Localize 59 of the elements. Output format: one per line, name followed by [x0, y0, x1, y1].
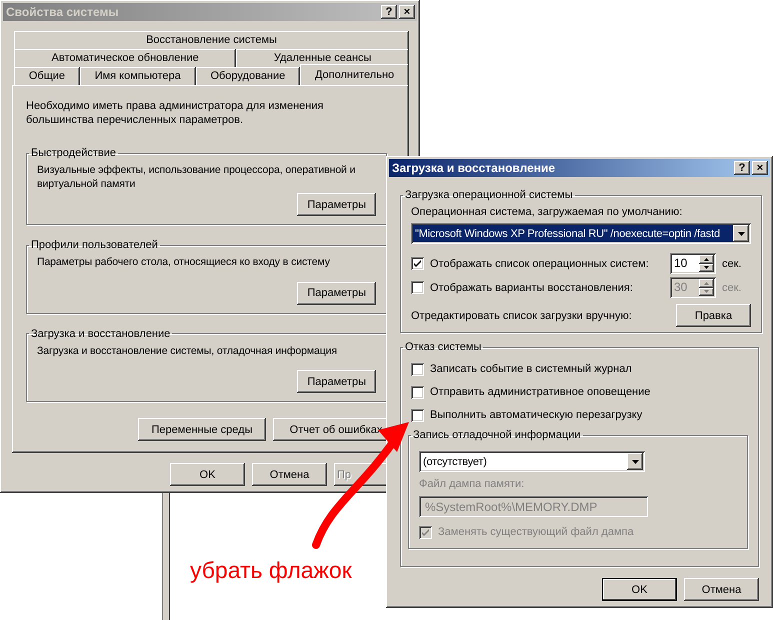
group-title: Профили пользователей	[30, 239, 159, 252]
group-title: Отказ системы	[404, 341, 482, 353]
dropdown-value: "Microsoft Windows XP Professional RU" /noexecute=optin /fastd	[413, 225, 733, 242]
annotation-text: убрать флажок	[190, 557, 352, 584]
check-icon	[422, 528, 429, 536]
caret-down-icon	[738, 232, 744, 236]
checkbox-label: Отправить административное оповещение	[430, 385, 650, 399]
field-label: Файл дампа памяти:	[419, 477, 526, 491]
group-title: Быстродействие	[30, 147, 117, 159]
group-title: Запись отладочной информации	[412, 429, 582, 441]
checkbox-label: Записать событие в системный журнал	[430, 362, 632, 376]
dropdown-value: (отсутствует)	[422, 454, 488, 470]
checkbox-label: Заменять существующий файл дампа	[438, 525, 634, 539]
window-title: Свойства системы	[6, 5, 119, 19]
settings-button[interactable]: Параметры	[297, 193, 376, 216]
dialog-button[interactable]: Отмена	[252, 463, 327, 486]
close-button[interactable]: ×	[752, 161, 768, 175]
caret-down-icon	[704, 290, 709, 294]
tab[interactable]: Общие	[14, 67, 80, 85]
help-button[interactable]: ?	[734, 161, 750, 175]
seconds-spinner[interactable]: 10	[670, 253, 716, 274]
caret-up-icon	[704, 258, 709, 261]
group-title: Загрузка операционной системы	[404, 189, 574, 201]
settings-button[interactable]: Параметры	[297, 370, 376, 394]
dialog-button[interactable]: OK	[170, 463, 245, 486]
caret-down-icon	[704, 266, 709, 270]
field-label: Отредактировать список загрузки вручную:	[411, 308, 632, 322]
checkbox[interactable]	[411, 386, 424, 398]
tab[interactable]: Дополнительно	[300, 64, 409, 85]
panel-button[interactable]: Переменные среды	[138, 418, 266, 442]
edit-button[interactable]: Правка	[676, 304, 751, 327]
close-button[interactable]: ×	[399, 5, 415, 19]
unit-label: сек.	[722, 280, 742, 294]
field-label: Операционная система, загружаемая по умолчанию:	[411, 205, 684, 219]
checkbox-label: Отображать варианты восстановления:	[430, 280, 634, 294]
dialog-button[interactable]: Отмена	[684, 578, 759, 601]
notice-text: Необходимо иметь права администратора для изменения большинства перечисленных параметров.	[26, 99, 324, 127]
group-title: Загрузка и восстановление	[30, 328, 172, 340]
group-description: Параметры рабочего стола, относящиеся ко входу в систему	[37, 255, 331, 270]
checkbox[interactable]	[411, 362, 424, 376]
window-title: Загрузка и восстановление	[392, 161, 556, 175]
checkbox[interactable]	[411, 408, 424, 422]
tab[interactable]: Имя компьютера	[80, 67, 196, 85]
caret-up-icon	[704, 282, 709, 285]
unit-label: сек.	[722, 256, 742, 270]
group-description: Загрузка и восстановление системы, отладочная информация	[37, 344, 338, 358]
check-icon	[414, 260, 421, 267]
settings-button[interactable]: Параметры	[297, 282, 376, 305]
dialog-button[interactable]: OK	[602, 578, 677, 601]
tab[interactable]: Автоматическое обновление	[14, 49, 236, 67]
tab[interactable]: Оборудование	[196, 67, 300, 85]
checkbox[interactable]	[411, 257, 424, 270]
checkbox-label: Выполнить автоматическую перезагрузку	[430, 408, 642, 422]
caret-down-icon	[632, 460, 638, 464]
group-description: Визуальные эффекты, использование процессора, оперативной и виртуальной памяти	[37, 163, 356, 191]
tab[interactable]: Восстановление системы	[14, 31, 409, 49]
help-button[interactable]: ?	[381, 5, 397, 19]
checkbox-label: Отображать список операционных систем:	[430, 256, 650, 270]
os-dropdown[interactable]: "Microsoft Windows XP Professional RU" /noexecute=optin /fastd	[411, 223, 751, 244]
